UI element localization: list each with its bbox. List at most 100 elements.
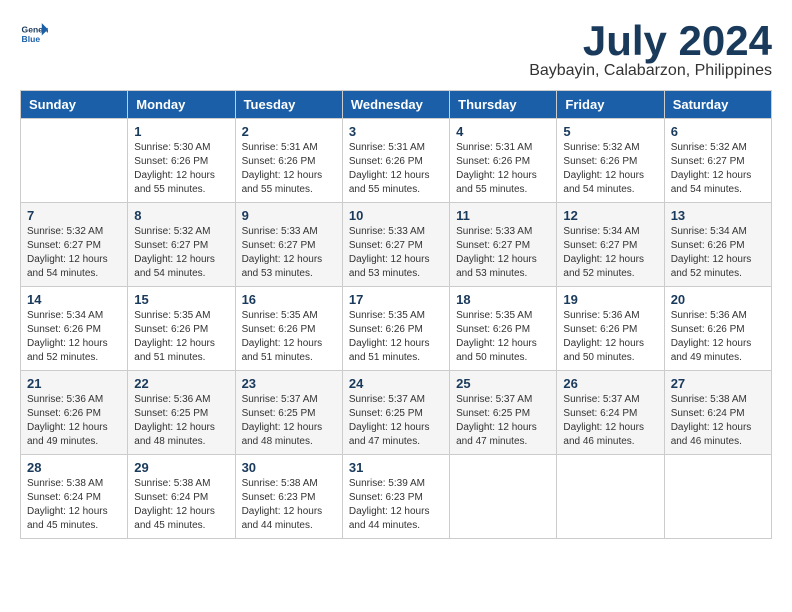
- day-number: 7: [27, 208, 121, 223]
- day-number: 2: [242, 124, 336, 139]
- day-number: 30: [242, 460, 336, 475]
- day-header-thursday: Thursday: [450, 91, 557, 119]
- day-number: 3: [349, 124, 443, 139]
- page-header: General Blue July 2024 Baybayin, Calabar…: [20, 20, 772, 80]
- day-number: 19: [563, 292, 657, 307]
- cell-info: Sunrise: 5:37 AM Sunset: 6:25 PM Dayligh…: [242, 393, 336, 449]
- day-number: 13: [671, 208, 765, 223]
- cell-info: Sunrise: 5:37 AM Sunset: 6:25 PM Dayligh…: [349, 393, 443, 449]
- calendar-cell: 14 Sunrise: 5:34 AM Sunset: 6:26 PM Dayli…: [21, 287, 128, 371]
- calendar-body: 1Sunrise: 5:30 AM Sunset: 6:26 PM Daylig…: [21, 119, 772, 539]
- day-number: 4: [456, 124, 550, 139]
- calendar-header-row: SundayMondayTuesdayWednesdayThursdayFrid…: [21, 91, 772, 119]
- calendar-cell: 9 Sunrise: 5:33 AM Sunset: 6:27 PM Daylig…: [235, 203, 342, 287]
- cell-info: Sunrise: 5:37 AM Sunset: 6:24 PM Dayligh…: [563, 393, 657, 449]
- calendar-cell: 12 Sunrise: 5:34 AM Sunset: 6:27 PM Dayli…: [557, 203, 664, 287]
- calendar-table: SundayMondayTuesdayWednesdayThursdayFrid…: [20, 90, 772, 539]
- calendar-cell: [664, 455, 771, 539]
- calendar-cell: 6 Sunrise: 5:32 AM Sunset: 6:27 PM Daylig…: [664, 119, 771, 203]
- calendar-cell: 29 Sunrise: 5:38 AM Sunset: 6:24 PM Dayli…: [128, 455, 235, 539]
- day-number: 26: [563, 376, 657, 391]
- cell-info: Sunrise: 5:36 AM Sunset: 6:26 PM Dayligh…: [27, 393, 121, 449]
- day-number: 5: [563, 124, 657, 139]
- cell-info: Sunrise: 5:32 AM Sunset: 6:27 PM Dayligh…: [671, 141, 765, 197]
- day-number: 11: [456, 208, 550, 223]
- day-number: 20: [671, 292, 765, 307]
- cell-info: Sunrise: 5:36 AM Sunset: 6:26 PM Dayligh…: [563, 309, 657, 365]
- calendar-cell: 27 Sunrise: 5:38 AM Sunset: 6:24 PM Dayli…: [664, 371, 771, 455]
- calendar-cell: 20 Sunrise: 5:36 AM Sunset: 6:26 PM Dayli…: [664, 287, 771, 371]
- calendar-week-4: 28 Sunrise: 5:38 AM Sunset: 6:24 PM Dayli…: [21, 455, 772, 539]
- day-number: 23: [242, 376, 336, 391]
- cell-info: Sunrise: 5:35 AM Sunset: 6:26 PM Dayligh…: [242, 309, 336, 365]
- day-number: 24: [349, 376, 443, 391]
- cell-info: Sunrise: 5:32 AM Sunset: 6:27 PM Dayligh…: [134, 225, 228, 281]
- cell-info: Sunrise: 5:38 AM Sunset: 6:24 PM Dayligh…: [671, 393, 765, 449]
- calendar-cell: 21 Sunrise: 5:36 AM Sunset: 6:26 PM Dayli…: [21, 371, 128, 455]
- day-number: 16: [242, 292, 336, 307]
- day-number: 31: [349, 460, 443, 475]
- cell-info: Sunrise: 5:37 AM Sunset: 6:25 PM Dayligh…: [456, 393, 550, 449]
- day-header-monday: Monday: [128, 91, 235, 119]
- cell-info: Sunrise: 5:36 AM Sunset: 6:26 PM Dayligh…: [671, 309, 765, 365]
- day-number: 21: [27, 376, 121, 391]
- cell-info: Sunrise: 5:39 AM Sunset: 6:23 PM Dayligh…: [349, 477, 443, 533]
- day-number: 28: [27, 460, 121, 475]
- calendar-cell: 31 Sunrise: 5:39 AM Sunset: 6:23 PM Dayli…: [342, 455, 449, 539]
- day-number: 25: [456, 376, 550, 391]
- day-number: 15: [134, 292, 228, 307]
- location-subtitle: Baybayin, Calabarzon, Philippines: [529, 62, 772, 80]
- calendar-cell: 18 Sunrise: 5:35 AM Sunset: 6:26 PM Dayli…: [450, 287, 557, 371]
- cell-info: Sunrise: 5:38 AM Sunset: 6:24 PM Dayligh…: [134, 477, 228, 533]
- calendar-week-3: 21 Sunrise: 5:36 AM Sunset: 6:26 PM Dayli…: [21, 371, 772, 455]
- day-header-saturday: Saturday: [664, 91, 771, 119]
- cell-info: Sunrise: 5:38 AM Sunset: 6:24 PM Dayligh…: [27, 477, 121, 533]
- calendar-week-2: 14 Sunrise: 5:34 AM Sunset: 6:26 PM Dayli…: [21, 287, 772, 371]
- calendar-cell: 28 Sunrise: 5:38 AM Sunset: 6:24 PM Dayli…: [21, 455, 128, 539]
- calendar-cell: 3 Sunrise: 5:31 AM Sunset: 6:26 PM Daylig…: [342, 119, 449, 203]
- calendar-cell: 19 Sunrise: 5:36 AM Sunset: 6:26 PM Dayli…: [557, 287, 664, 371]
- calendar-cell: 2 Sunrise: 5:31 AM Sunset: 6:26 PM Daylig…: [235, 119, 342, 203]
- cell-info: Sunrise: 5:31 AM Sunset: 6:26 PM Dayligh…: [349, 141, 443, 197]
- calendar-cell: 24 Sunrise: 5:37 AM Sunset: 6:25 PM Dayli…: [342, 371, 449, 455]
- calendar-cell: [450, 455, 557, 539]
- day-header-friday: Friday: [557, 91, 664, 119]
- cell-info: Sunrise: 5:34 AM Sunset: 6:26 PM Dayligh…: [27, 309, 121, 365]
- day-header-tuesday: Tuesday: [235, 91, 342, 119]
- calendar-cell: 17Sunrise: 5:35 AM Sunset: 6:26 PM Dayli…: [342, 287, 449, 371]
- svg-text:Blue: Blue: [22, 34, 41, 44]
- calendar-cell: 8 Sunrise: 5:32 AM Sunset: 6:27 PM Daylig…: [128, 203, 235, 287]
- calendar-cell: 16 Sunrise: 5:35 AM Sunset: 6:26 PM Dayli…: [235, 287, 342, 371]
- day-number: 27: [671, 376, 765, 391]
- cell-info: Sunrise: 5:31 AM Sunset: 6:26 PM Dayligh…: [242, 141, 336, 197]
- day-number: 29: [134, 460, 228, 475]
- cell-info: Sunrise: 5:34 AM Sunset: 6:26 PM Dayligh…: [671, 225, 765, 281]
- calendar-cell: 7Sunrise: 5:32 AM Sunset: 6:27 PM Daylig…: [21, 203, 128, 287]
- day-header-sunday: Sunday: [21, 91, 128, 119]
- logo: General Blue: [20, 20, 48, 48]
- cell-info: Sunrise: 5:34 AM Sunset: 6:27 PM Dayligh…: [563, 225, 657, 281]
- calendar-cell: 5Sunrise: 5:32 AM Sunset: 6:26 PM Daylig…: [557, 119, 664, 203]
- day-number: 18: [456, 292, 550, 307]
- calendar-week-0: 1Sunrise: 5:30 AM Sunset: 6:26 PM Daylig…: [21, 119, 772, 203]
- cell-info: Sunrise: 5:35 AM Sunset: 6:26 PM Dayligh…: [456, 309, 550, 365]
- calendar-cell: 23 Sunrise: 5:37 AM Sunset: 6:25 PM Dayli…: [235, 371, 342, 455]
- cell-info: Sunrise: 5:38 AM Sunset: 6:23 PM Dayligh…: [242, 477, 336, 533]
- day-number: 8: [134, 208, 228, 223]
- cell-info: Sunrise: 5:31 AM Sunset: 6:26 PM Dayligh…: [456, 141, 550, 197]
- day-number: 9: [242, 208, 336, 223]
- day-number: 10: [349, 208, 443, 223]
- calendar-cell: 26 Sunrise: 5:37 AM Sunset: 6:24 PM Dayli…: [557, 371, 664, 455]
- day-header-wednesday: Wednesday: [342, 91, 449, 119]
- day-number: 12: [563, 208, 657, 223]
- cell-info: Sunrise: 5:33 AM Sunset: 6:27 PM Dayligh…: [242, 225, 336, 281]
- day-number: 6: [671, 124, 765, 139]
- calendar-cell: [21, 119, 128, 203]
- cell-info: Sunrise: 5:35 AM Sunset: 6:26 PM Dayligh…: [134, 309, 228, 365]
- calendar-cell: 11 Sunrise: 5:33 AM Sunset: 6:27 PM Dayli…: [450, 203, 557, 287]
- calendar-cell: 25 Sunrise: 5:37 AM Sunset: 6:25 PM Dayli…: [450, 371, 557, 455]
- calendar-cell: [557, 455, 664, 539]
- calendar-cell: 22Sunrise: 5:36 AM Sunset: 6:25 PM Dayli…: [128, 371, 235, 455]
- cell-info: Sunrise: 5:33 AM Sunset: 6:27 PM Dayligh…: [456, 225, 550, 281]
- day-number: 14: [27, 292, 121, 307]
